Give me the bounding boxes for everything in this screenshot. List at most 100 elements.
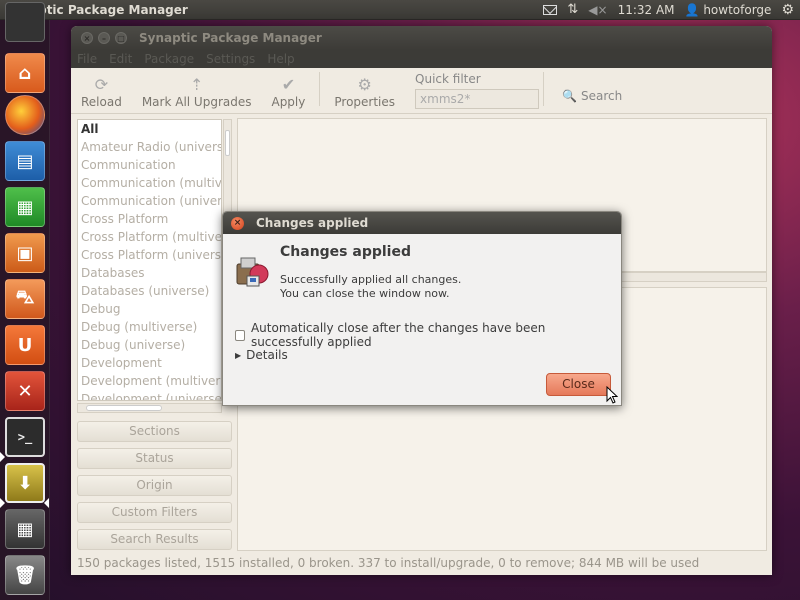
menu-package[interactable]: Package xyxy=(144,52,194,66)
sections-button[interactable]: Sections xyxy=(77,421,232,442)
firefox-icon[interactable] xyxy=(5,95,45,135)
package-install-icon xyxy=(236,257,269,287)
impress-icon[interactable]: ▣ xyxy=(5,233,45,273)
auto-close-option[interactable]: Automatically close after the changes ha… xyxy=(235,321,621,349)
home-folder-icon[interactable]: ⌂ xyxy=(5,53,45,93)
session-gear-icon[interactable]: ⚙ xyxy=(781,2,794,18)
list-item[interactable]: Databases xyxy=(78,264,221,282)
list-item[interactable]: Debug (multiverse) xyxy=(78,318,221,336)
menubar: File Edit Package Settings Help xyxy=(71,50,772,68)
writer-icon[interactable]: ▤ xyxy=(5,141,45,181)
workspace-switcher-icon[interactable]: ▦ xyxy=(5,509,45,549)
user-menu[interactable]: 👤 howtoforge xyxy=(685,3,772,17)
quick-filter-input[interactable] xyxy=(415,89,540,109)
upgrade-icon: ⇡ xyxy=(189,75,204,94)
dialog-message: Successfully applied all changes. You ca… xyxy=(280,273,461,301)
list-item[interactable]: Cross Platform (multiverse xyxy=(78,228,221,246)
launcher: ⌂ ▤ ▦ ▣ ⛍ U ✕ >_ ⬇ ▦ 🗑 xyxy=(0,2,50,600)
ubuntu-one-icon[interactable]: U xyxy=(5,325,45,365)
list-item[interactable]: Debug xyxy=(78,300,221,318)
menu-help[interactable]: Help xyxy=(267,52,294,66)
menu-settings[interactable]: Settings xyxy=(206,52,255,66)
toolbar-separator xyxy=(543,71,545,106)
apply-button[interactable]: ✔ Apply xyxy=(261,75,315,109)
quick-filter: Quick filter xyxy=(415,72,540,109)
software-center-icon[interactable]: ⛍ xyxy=(5,279,45,319)
dialog-title: Changes applied xyxy=(256,216,369,230)
window-titlebar[interactable]: × – □ Synaptic Package Manager xyxy=(71,26,772,50)
auto-close-label[interactable]: Automatically close after the changes ha… xyxy=(251,321,621,349)
reload-label: Reload xyxy=(81,95,122,109)
scrollbar-thumb[interactable] xyxy=(86,405,162,411)
status-button[interactable]: Status xyxy=(77,448,232,469)
active-indicator-icon xyxy=(0,452,5,462)
properties-label: Properties xyxy=(334,95,396,109)
search-label: Search xyxy=(580,89,623,103)
search-icon: 🔍 xyxy=(562,89,577,103)
synaptic-icon[interactable]: ⬇ xyxy=(5,463,45,503)
launcher-dash-icon[interactable] xyxy=(5,2,45,42)
calc-icon[interactable]: ▦ xyxy=(5,187,45,227)
toolbar-separator xyxy=(319,71,321,106)
user-icon: 👤 xyxy=(684,2,700,17)
auto-close-checkbox[interactable] xyxy=(235,329,245,341)
close-button[interactable]: Close xyxy=(546,373,611,396)
minimize-icon[interactable]: – xyxy=(98,32,110,44)
user-name: howtoforge xyxy=(703,2,772,17)
changes-applied-dialog: × Changes applied Changes applied Succes… xyxy=(222,211,622,406)
list-item[interactable]: Development (universe) xyxy=(78,390,221,400)
category-horizontal-scrollbar[interactable] xyxy=(77,403,222,413)
menu-file[interactable]: File xyxy=(77,52,97,66)
terminal-icon[interactable]: >_ xyxy=(5,417,45,457)
custom-filters-button[interactable]: Custom Filters xyxy=(77,502,232,523)
clock[interactable]: 11:32 AM xyxy=(618,3,675,17)
reload-button[interactable]: ⟳ Reload xyxy=(71,75,132,109)
close-icon[interactable]: × xyxy=(231,216,244,230)
list-item[interactable]: Development (multiverse) xyxy=(78,372,221,390)
mouse-cursor-icon xyxy=(606,386,618,404)
mail-icon[interactable] xyxy=(543,4,558,15)
dialog-message-line2: You can close the window now. xyxy=(280,287,450,300)
close-icon[interactable]: × xyxy=(81,32,93,44)
top-panel: Synaptic Package Manager ⇅ ◀× 11:32 AM 👤… xyxy=(0,0,800,20)
list-item[interactable]: Databases (universe) xyxy=(78,282,221,300)
properties-icon: ⚙ xyxy=(357,75,372,94)
dialog-message-line1: Successfully applied all changes. xyxy=(280,273,462,286)
trash-icon[interactable]: 🗑 xyxy=(5,555,45,595)
status-bar: 150 packages listed, 1515 installed, 0 b… xyxy=(77,556,700,570)
search-button[interactable]: 🔍 Search xyxy=(562,89,622,103)
details-expander[interactable]: ▶ Details xyxy=(235,348,288,362)
dialog-heading: Changes applied xyxy=(280,244,411,260)
mark-all-label: Mark All Upgrades xyxy=(141,95,252,109)
list-item[interactable]: Development xyxy=(78,354,221,372)
list-item[interactable]: Cross Platform (universe) xyxy=(78,246,221,264)
list-item[interactable]: Debug (universe) xyxy=(78,336,221,354)
toolbar: ⟳ Reload ⇡ Mark All Upgrades ✔ Apply ⚙ P… xyxy=(71,68,772,114)
system-tray: ⇅ ◀× 11:32 AM 👤 howtoforge ⚙ xyxy=(543,2,800,18)
expander-arrow-icon[interactable]: ▶ xyxy=(235,351,241,360)
maximize-icon[interactable]: □ xyxy=(115,32,127,44)
checkmark-icon: ✔ xyxy=(281,75,296,94)
properties-button[interactable]: ⚙ Properties xyxy=(324,75,405,109)
list-item[interactable]: Communication (universe) xyxy=(78,192,221,210)
volume-icon[interactable]: ◀× xyxy=(588,3,607,17)
list-item[interactable]: Communication (multivers xyxy=(78,174,221,192)
scrollbar-thumb[interactable] xyxy=(225,130,230,156)
mark-all-upgrades-button[interactable]: ⇡ Mark All Upgrades xyxy=(132,75,262,109)
menu-edit[interactable]: Edit xyxy=(109,52,132,66)
quick-filter-label: Quick filter xyxy=(415,72,481,86)
search-results-button[interactable]: Search Results xyxy=(77,529,232,550)
system-settings-icon[interactable]: ✕ xyxy=(5,371,45,411)
details-label[interactable]: Details xyxy=(246,348,288,362)
category-list[interactable]: All Amateur Radio (universe) Communicati… xyxy=(77,119,222,401)
window-title: Synaptic Package Manager xyxy=(139,31,322,45)
origin-button[interactable]: Origin xyxy=(77,475,232,496)
active-indicator-icon xyxy=(0,498,5,508)
list-item[interactable]: Cross Platform xyxy=(78,210,221,228)
list-item[interactable]: All xyxy=(78,120,221,138)
list-item[interactable]: Amateur Radio (universe) xyxy=(78,138,221,156)
network-icon[interactable]: ⇅ xyxy=(567,2,578,17)
list-item[interactable]: Communication xyxy=(78,156,221,174)
dialog-titlebar[interactable]: × Changes applied xyxy=(223,212,621,234)
focused-indicator-icon xyxy=(44,498,49,508)
